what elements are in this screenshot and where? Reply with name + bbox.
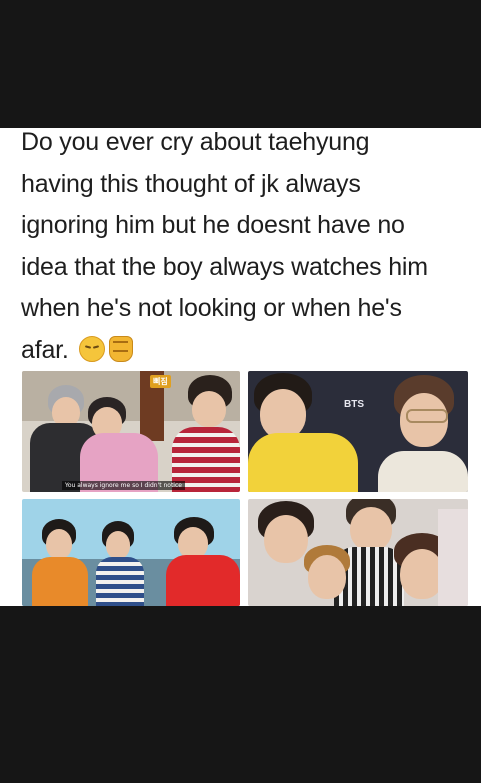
caption-line: idea that the boy always watches him	[21, 252, 428, 281]
person-face	[264, 515, 308, 563]
caption-line: having this thought of jk always	[21, 169, 361, 198]
post-caption: Do you ever cry about taehyung having th…	[21, 128, 471, 371]
orange-jacket	[32, 557, 88, 606]
person-face	[308, 555, 346, 599]
glasses	[406, 409, 448, 423]
person-face	[46, 529, 72, 559]
pensive-face-icon	[79, 335, 106, 362]
person-face	[106, 531, 130, 559]
top-dark-bar	[0, 0, 481, 128]
bottom-dark-bar	[0, 606, 481, 783]
person-edge	[438, 509, 468, 606]
meme-post: Do you ever cry about taehyung having th…	[0, 128, 481, 606]
caption-badge: 삐짐	[150, 375, 171, 388]
red-jacket	[166, 555, 240, 606]
caption-line: afar.	[21, 335, 69, 364]
bts-logo: BTS	[344, 399, 364, 410]
raised-fist-icon	[109, 335, 134, 362]
caption-line: Do you ever cry about taehyung	[21, 128, 370, 156]
white-shirt	[378, 451, 468, 492]
person-face	[260, 389, 306, 439]
caption-line: when he's not looking or when he's	[21, 294, 402, 322]
person-face	[192, 391, 226, 427]
video-subtitle: You always ignore me so I didn't notice	[62, 481, 185, 490]
photo-grid: 삐짐 You always ignore me so I didn't noti…	[22, 371, 468, 606]
yellow-shirt	[248, 433, 358, 492]
photo-music-video	[22, 499, 240, 606]
person-face	[350, 507, 392, 551]
photo-bts-event: BTS	[248, 371, 468, 492]
photo-group-selfie	[248, 499, 468, 606]
striped-sweater	[96, 557, 144, 606]
caption-line: ignoring him but he doesnt have no	[21, 211, 405, 239]
photo-variety-show: 삐짐 You always ignore me so I didn't noti…	[22, 371, 240, 492]
